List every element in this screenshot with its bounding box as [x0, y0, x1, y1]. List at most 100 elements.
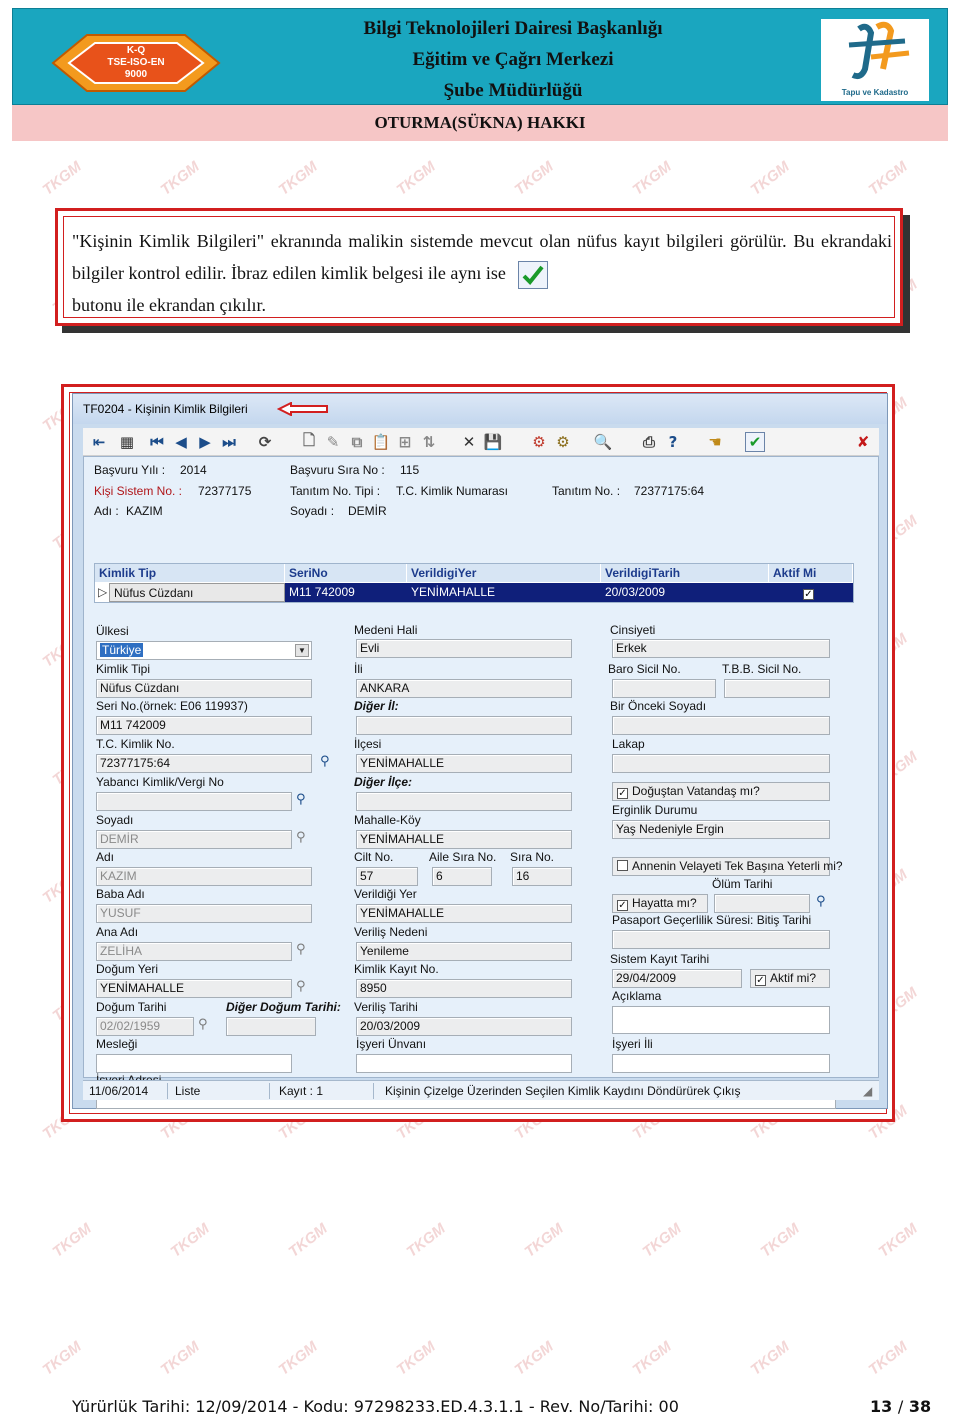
diger-il-field[interactable] [356, 716, 572, 735]
previous-icon[interactable]: ◀ [171, 432, 191, 452]
dogustan-checkbox-box[interactable]: ✓ [617, 788, 628, 799]
verildigi-yer-field[interactable]: YENİMAHALLE [356, 904, 572, 923]
lookup-tc-icon[interactable]: ⚲ [320, 754, 342, 770]
dogustan-vatandas-checkbox[interactable]: ✓ Doğuştan Vatandaş mı? [612, 782, 830, 801]
grid-cell-verildigitarih[interactable]: 20/03/2009 [601, 583, 769, 602]
onceki-soyadi-field[interactable] [612, 716, 830, 735]
refresh-icon[interactable]: ⟳ [255, 432, 275, 452]
dogustan-label: Doğuştan Vatandaş mı? [632, 784, 760, 798]
ulkesi-select[interactable]: Türkiye ▼ [96, 641, 312, 660]
search-icon[interactable]: 🔍 [593, 432, 613, 452]
lookup-soyadi-icon[interactable]: ⚲ [296, 830, 318, 846]
velayet-label: Annenin Velayeti Tek Başına Yeterli mi? [632, 859, 843, 873]
velayet-checkbox[interactable]: Annenin Velayeti Tek Başına Yeterli mi? [612, 857, 843, 876]
page-separator: / [897, 1397, 904, 1416]
lakap-field[interactable] [612, 754, 830, 773]
grid-header-verildigitarih[interactable]: VerildigiTarih [601, 564, 769, 582]
hayatta-checkbox[interactable]: ✓ Hayatta mı? [612, 894, 708, 913]
lookup-ana-icon[interactable]: ⚲ [296, 942, 318, 958]
ana-adi-field[interactable]: ZELİHA [96, 942, 292, 961]
aktif-checkbox[interactable]: ✓ [803, 589, 814, 600]
sira-no-field[interactable]: 16 [512, 867, 572, 886]
close-icon[interactable]: ✘ [853, 432, 873, 452]
grid-view-icon[interactable]: ▦ [117, 432, 137, 452]
print-icon[interactable]: ⎙ [639, 432, 659, 452]
dogum-tarihi-field[interactable]: 02/02/1959 [96, 1017, 194, 1036]
next-icon[interactable]: ▶ [195, 432, 215, 452]
hayatta-checkbox-box[interactable]: ✓ [617, 900, 628, 911]
watermark-mark: TKGM [757, 1220, 803, 1261]
lookup-yabanci-icon[interactable]: ⚲ [296, 792, 318, 808]
diger-dogum-field[interactable] [226, 1017, 316, 1036]
velayet-checkbox-box[interactable] [617, 860, 628, 871]
sistem-kayit-field[interactable]: 29/04/2009 [612, 969, 742, 988]
verildigi-yer-label: Verildiği Yer [354, 887, 417, 901]
paste-icon[interactable]: 📋 [371, 432, 391, 452]
aktif-mi-checkbox-box[interactable]: ✓ [755, 975, 766, 986]
watermark-mark: TKGM [747, 1338, 793, 1379]
resize-grip-icon[interactable]: ◢ [863, 1084, 872, 1098]
goto-last-icon[interactable]: ⏭ [219, 432, 239, 452]
verilis-nedeni-field[interactable]: Yenileme [356, 942, 572, 961]
aktif-mi-checkbox[interactable]: ✓ Aktif mi? [750, 969, 830, 988]
update-icon[interactable]: ⇅ [419, 432, 439, 452]
settings-icon[interactable]: ⚙ [529, 432, 549, 452]
baro-sicil-field[interactable] [612, 679, 716, 698]
lookup-dogum-tarihi-icon[interactable]: ⚲ [198, 1017, 220, 1033]
page-current: 13 [870, 1397, 893, 1416]
grid-header-kimlik-tip[interactable]: Kimlik Tip [95, 564, 285, 582]
pasaport-field[interactable] [612, 930, 830, 949]
erginlik-field[interactable]: Yaş Nedeniyle Ergin [612, 820, 830, 839]
adi-field[interactable]: KAZIM [96, 867, 312, 886]
form-content: Başvuru Yılı : 2014 Başvuru Sıra No : 11… [83, 456, 879, 1109]
confirm-button[interactable]: ✔ [745, 432, 765, 452]
cilt-no-field[interactable]: 57 [356, 867, 418, 886]
ili-field[interactable]: ANKARA [356, 679, 572, 698]
diger-ilce-field[interactable] [356, 792, 572, 811]
grid-cell-verildigiyer[interactable]: YENİMAHALLE [407, 583, 601, 602]
watermark-mark: TKGM [865, 158, 911, 199]
dogum-yeri-field[interactable]: YENİMAHALLE [96, 979, 292, 998]
page-total: 38 [908, 1397, 932, 1416]
tbb-sicil-field[interactable] [724, 679, 830, 698]
cancel-icon[interactable]: ✕ [459, 432, 479, 452]
mahalle-field[interactable]: YENİMAHALLE [356, 830, 572, 849]
baba-adi-field[interactable]: YUSUF [96, 904, 312, 923]
meslegi-field[interactable] [96, 1054, 292, 1073]
grid-cell-serino[interactable]: M11 742009 [285, 583, 407, 602]
kimlik-kayit-field[interactable]: 8950 [356, 979, 572, 998]
isyeri-ili-field[interactable] [612, 1054, 830, 1073]
save-icon[interactable]: 💾 [483, 432, 503, 452]
info-text-after: butonu ile ekrandan çıkılır. [72, 295, 266, 315]
medeni-hali-field[interactable]: Evli [356, 639, 572, 658]
copy-icon[interactable]: ⧉ [347, 432, 367, 452]
detail-icon[interactable]: ⊞ [395, 432, 415, 452]
first-record-icon[interactable]: ⇤ [89, 432, 109, 452]
new-doc-icon[interactable]: 🗋 [299, 431, 319, 452]
seri-no-field[interactable]: M11 742009 [96, 716, 312, 735]
lookup-dogum-yeri-icon[interactable]: ⚲ [296, 979, 318, 995]
tc-kimlik-field[interactable]: 72377175:64 [96, 754, 312, 773]
aile-sira-field[interactable]: 6 [432, 867, 492, 886]
grid-cell-aktif-mi[interactable]: ✓ [769, 583, 853, 602]
hand-icon[interactable]: ☚ [705, 432, 725, 452]
chevron-down-icon[interactable]: ▼ [295, 644, 309, 657]
grid-header-aktif-mi[interactable]: Aktif Mi [769, 564, 853, 582]
help-icon[interactable]: ? [663, 432, 683, 452]
isyeri-unvani-field[interactable] [356, 1054, 572, 1073]
olum-tarihi-field[interactable] [714, 894, 810, 913]
grid-cell-kimlik-tip[interactable]: Nüfus Cüzdanı [109, 583, 285, 602]
aciklama-field[interactable] [612, 1006, 830, 1034]
kimlik-tipi-field[interactable]: Nüfus Cüzdanı [96, 679, 312, 698]
verilis-tarihi-field[interactable]: 20/03/2009 [356, 1017, 572, 1036]
lookup-olum-icon[interactable]: ⚲ [816, 894, 838, 910]
grid-header-verildigiyer[interactable]: VerildigiYer [407, 564, 601, 582]
grid-header-serino[interactable]: SeriNo [285, 564, 407, 582]
cinsiyeti-field[interactable]: Erkek [612, 639, 830, 658]
ilcesi-field[interactable]: YENİMAHALLE [356, 754, 572, 773]
edit-icon[interactable]: ✎ [323, 432, 343, 452]
yabanci-kimlik-field[interactable] [96, 792, 292, 811]
soyadi-field[interactable]: DEMİR [96, 830, 292, 849]
goto-first-icon[interactable]: ⏮ [147, 432, 167, 452]
tools-icon[interactable]: ⚙ [553, 432, 573, 452]
